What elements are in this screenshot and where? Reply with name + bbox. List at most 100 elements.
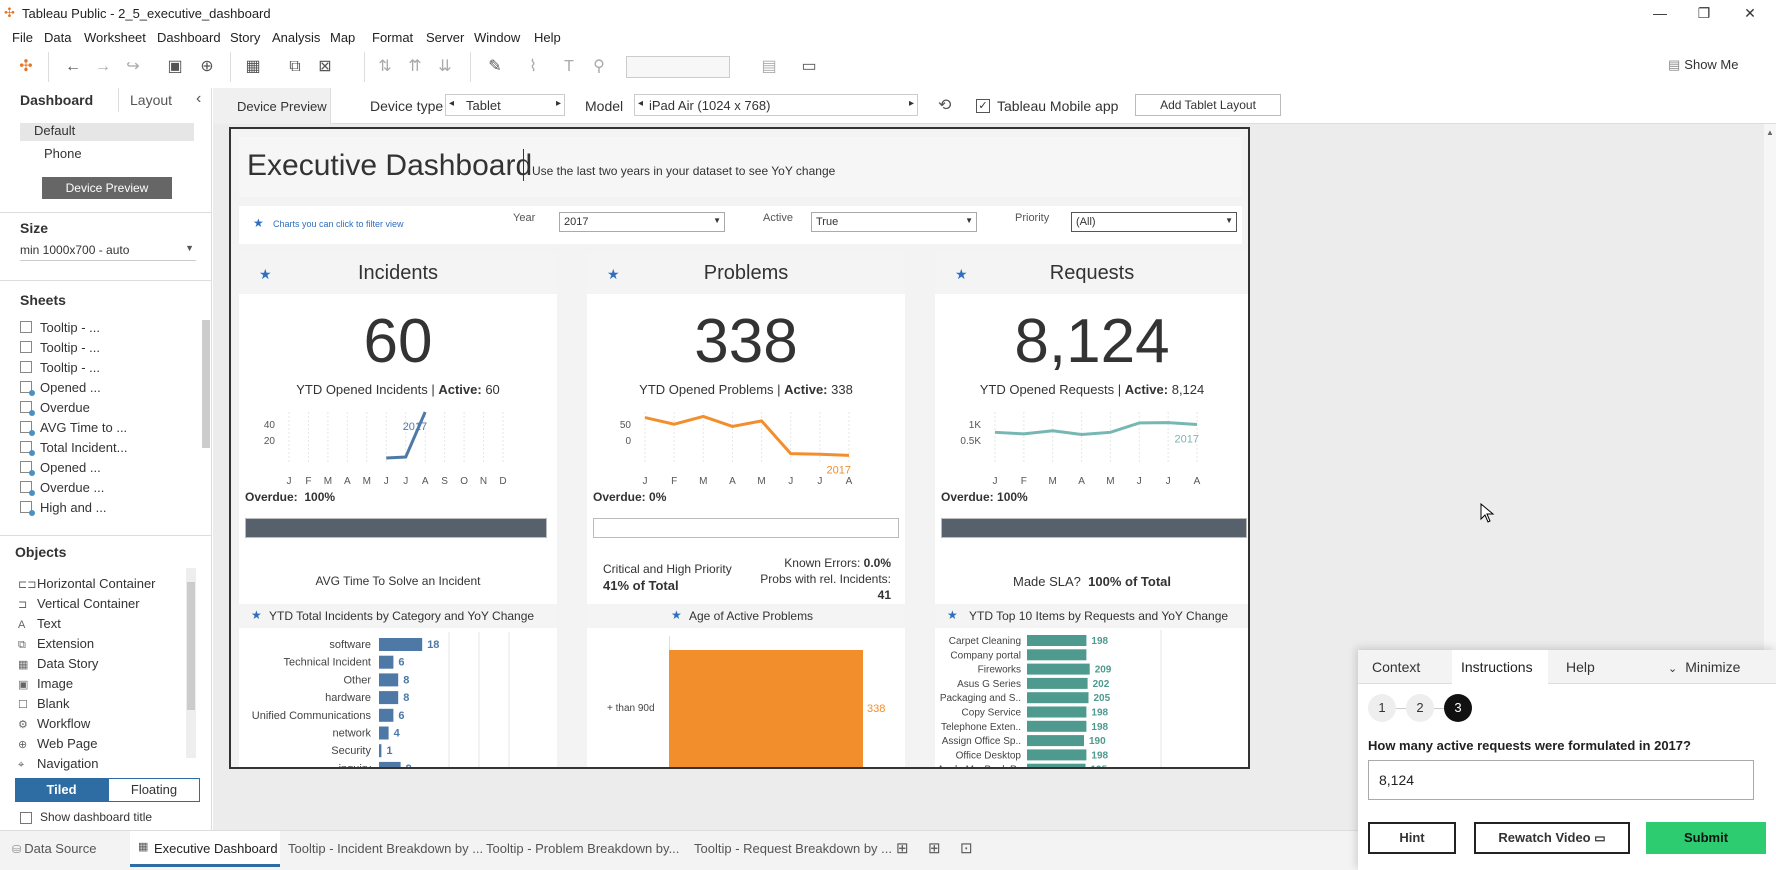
step-2[interactable]: 2 [1406, 694, 1434, 722]
sheet-item[interactable]: AVG Time to ... [20, 420, 127, 436]
highlight-icon[interactable]: ✎ [482, 54, 508, 80]
menu-file[interactable]: File [12, 30, 33, 45]
tab-tooltip-problem[interactable]: Tooltip - Problem Breakdown by... [486, 841, 679, 856]
object-item[interactable]: ▣ Image [18, 676, 73, 691]
text-label-icon[interactable]: T [556, 54, 582, 80]
minimize-window-button[interactable]: — [1640, 2, 1680, 24]
object-item[interactable]: ⊏⊐Horizontal Container [18, 576, 156, 591]
new-worksheet-tab-icon[interactable]: ⊞ [896, 839, 909, 857]
sheet-item[interactable]: Opened ... [20, 380, 101, 396]
menu-worksheet[interactable]: Worksheet [84, 30, 146, 45]
hint-button[interactable]: Hint [1368, 822, 1456, 854]
tab-executive-dashboard[interactable]: ▦ Executive Dashboard [130, 831, 280, 867]
device-default[interactable]: Default [20, 123, 194, 141]
tab-dashboard[interactable]: Dashboard [20, 92, 93, 116]
sheet-item[interactable]: High and ... [20, 500, 107, 516]
menu-map[interactable]: Map [330, 30, 355, 45]
new-worksheet-icon[interactable]: ▦ [240, 54, 266, 80]
incidents-category-chart[interactable]: software 18Technical Incident 6Other 8hardw… [239, 632, 557, 769]
priority-filter-select[interactable]: (All) ▼ [1071, 212, 1237, 232]
presentation-mode-icon[interactable]: ▭ [796, 54, 822, 80]
close-window-button[interactable]: ✕ [1730, 2, 1770, 24]
active-filter-select[interactable]: True ▼ [811, 212, 977, 232]
floating-button[interactable]: Floating [108, 778, 200, 802]
sheet-item[interactable]: Total Incident... [20, 440, 127, 456]
age-bar[interactable] [669, 650, 863, 767]
sort-ascending-icon[interactable]: ⇈ [402, 54, 428, 80]
restore-window-button[interactable]: ❐ [1684, 2, 1724, 24]
tiled-button[interactable]: Tiled [15, 778, 108, 802]
menu-data[interactable]: Data [44, 30, 71, 45]
tab-help[interactable]: Help [1566, 659, 1595, 675]
undo-icon[interactable]: ← [60, 54, 86, 80]
step-1[interactable]: 1 [1368, 694, 1396, 722]
object-item[interactable]: ⊐ Vertical Container [18, 596, 140, 611]
tab-tooltip-request[interactable]: Tooltip - Request Breakdown by ... [694, 841, 892, 856]
device-phone[interactable]: Phone [44, 146, 82, 161]
problems-overdue-bar[interactable] [593, 518, 899, 538]
requests-overdue-bar[interactable] [941, 518, 1247, 538]
answer-input[interactable] [1368, 760, 1754, 800]
object-item[interactable]: ⧉ Extension [18, 636, 94, 652]
sheet-item[interactable]: Overdue [20, 400, 90, 416]
problems-trend-chart[interactable]: J F M A M J J A 50 0 2017 [587, 402, 905, 492]
step-3[interactable]: 3 [1444, 694, 1472, 722]
swap-icon[interactable]: ⇅ [372, 54, 398, 80]
menu-server[interactable]: Server [426, 30, 464, 45]
object-item[interactable]: ⌖ Navigation [18, 756, 98, 772]
attach-icon[interactable]: ⌇ [520, 54, 546, 80]
menu-dashboard[interactable]: Dashboard [157, 30, 221, 45]
menu-window[interactable]: Window [474, 30, 520, 45]
requests-trend-chart[interactable]: J F M A M J J A 1K 0.5K 2017 [935, 402, 1249, 492]
duplicate-sheet-icon[interactable]: ⧉ [282, 54, 308, 80]
object-item[interactable]: ⊕ Web Page [18, 736, 97, 751]
object-item[interactable]: ⚙ Workflow [18, 716, 90, 731]
tableau-home-icon[interactable]: ✣ [13, 54, 39, 80]
device-type-select[interactable]: ◂ Tablet ▸ [445, 94, 565, 116]
fit-select[interactable] [626, 56, 730, 78]
rewatch-video-button[interactable]: Rewatch Video ▭ [1474, 822, 1630, 854]
new-story-tab-icon[interactable]: ⊡ [960, 839, 973, 857]
tab-tooltip-incident[interactable]: Tooltip - Incident Breakdown by ... [288, 841, 483, 856]
minimize-button[interactable]: ⌄ Minimize [1668, 659, 1740, 675]
menu-story[interactable]: Story [230, 30, 260, 45]
tab-data-source[interactable]: ⛁ Data Source [12, 841, 96, 856]
redo-icon[interactable]: → [90, 54, 116, 80]
replay-icon[interactable]: ↪ [120, 54, 146, 80]
collapse-pane-icon[interactable]: ‹ [196, 90, 201, 108]
sheet-item[interactable]: Tooltip - ... [20, 320, 100, 335]
object-item[interactable]: ☐ Blank [18, 696, 70, 711]
rotate-device-icon[interactable]: ⟲ [938, 95, 951, 115]
submit-button[interactable]: Submit [1646, 822, 1766, 854]
show-title-checkbox[interactable] [20, 812, 32, 824]
tab-context[interactable]: Context [1372, 659, 1420, 675]
tab-instructions[interactable]: Instructions [1461, 659, 1533, 675]
size-select[interactable]: min 1000x700 - auto ▼ [20, 243, 196, 261]
top-items-chart[interactable]: Carpet Cleaning 198 Company portal Firework… [935, 630, 1249, 769]
save-icon[interactable]: ▣ [162, 54, 188, 80]
show-cards-icon[interactable]: ▤ [756, 54, 782, 80]
model-select[interactable]: ◂ iPad Air (1024 x 768) ▸ [634, 94, 918, 116]
sheet-item[interactable]: Opened ... [20, 460, 101, 476]
show-me-button[interactable]: ▤ Show Me [1668, 57, 1739, 73]
new-dashboard-tab-icon[interactable]: ⊞ [928, 839, 941, 857]
incidents-trend-chart[interactable]: J F M A M J J A S O N D 40 20 2017 [239, 402, 557, 492]
new-data-source-icon[interactable]: ⊕ [194, 54, 220, 80]
sheet-item[interactable]: Overdue ... [20, 480, 104, 496]
menu-analysis[interactable]: Analysis [272, 30, 320, 45]
menu-help[interactable]: Help [534, 30, 561, 45]
sheet-item[interactable]: Tooltip - ... [20, 340, 100, 355]
tab-layout[interactable]: Layout [130, 92, 172, 116]
mobile-app-checkbox[interactable]: ✓ [976, 99, 990, 113]
clear-sheet-icon[interactable]: ⊠ [312, 54, 338, 80]
sort-descending-icon[interactable]: ⇊ [432, 54, 458, 80]
sheet-item[interactable]: Tooltip - ... [20, 360, 100, 375]
menu-format[interactable]: Format [372, 30, 413, 45]
device-preview-button[interactable]: Device Preview [42, 177, 172, 199]
pin-icon[interactable]: ⚲ [586, 54, 612, 80]
object-item[interactable]: ▦ Data Story [18, 656, 98, 671]
incidents-overdue-bar[interactable] [245, 518, 547, 538]
year-filter-select[interactable]: 2017 ▼ [559, 212, 725, 232]
object-item[interactable]: A Text [18, 616, 61, 631]
add-tablet-layout-button[interactable]: Add Tablet Layout [1135, 94, 1281, 116]
